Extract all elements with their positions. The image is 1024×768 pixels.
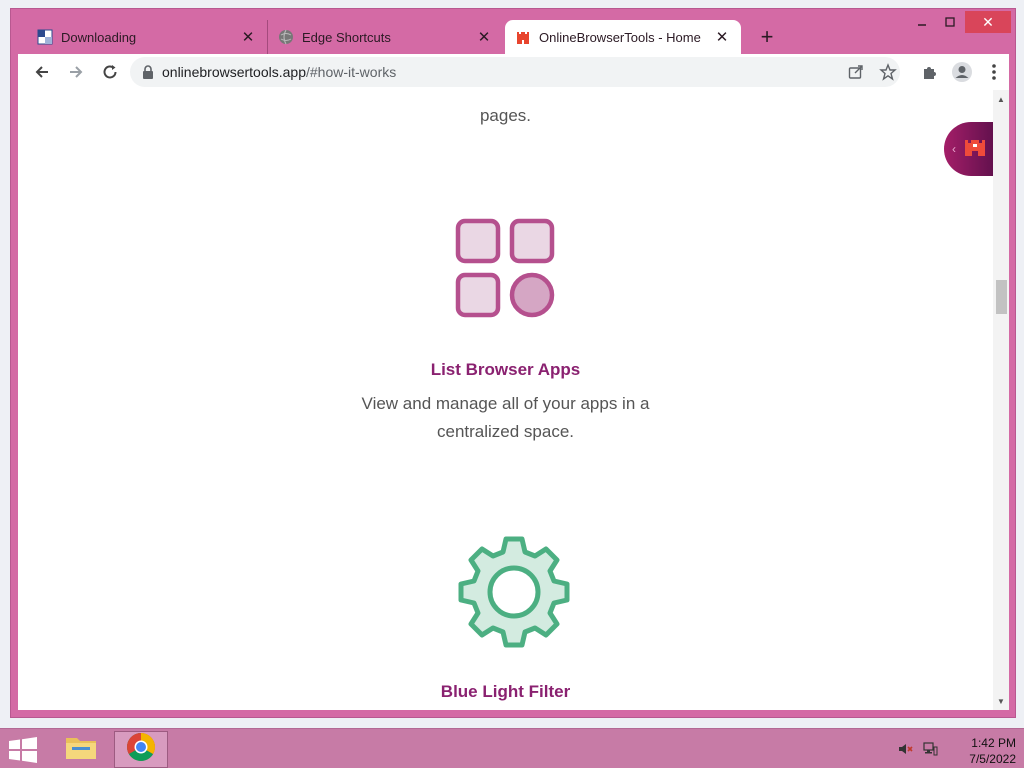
folder-icon bbox=[64, 733, 98, 766]
profile-avatar-icon[interactable] bbox=[950, 60, 974, 84]
tab-title: Downloading bbox=[61, 29, 137, 45]
tab-edge-shortcuts[interactable]: Edge Shortcuts ✕ bbox=[267, 20, 503, 54]
scroll-up-arrow-icon[interactable]: ▲ bbox=[996, 94, 1006, 104]
tab-onlinebrowsertools[interactable]: OnlineBrowserTools - Home ✕ bbox=[505, 20, 741, 54]
new-tab-button[interactable]: + bbox=[755, 24, 779, 49]
chrome-icon bbox=[126, 732, 156, 767]
bookmark-star-icon[interactable] bbox=[876, 60, 900, 84]
close-icon[interactable]: ✕ bbox=[475, 28, 493, 46]
file-explorer-taskbar-button[interactable] bbox=[54, 731, 108, 768]
reload-icon[interactable] bbox=[98, 60, 122, 84]
scroll-down-arrow-icon[interactable]: ▼ bbox=[996, 696, 1006, 706]
gear-icon bbox=[456, 534, 572, 655]
extensions-puzzle-icon[interactable] bbox=[918, 60, 942, 84]
feature-title: List Browser Apps bbox=[430, 360, 581, 379]
intro-text-tail: pages. bbox=[479, 106, 532, 125]
url-text: onlinebrowsertools.app/#how-it-works bbox=[162, 64, 396, 80]
tab-title: Edge Shortcuts bbox=[302, 29, 391, 45]
address-bar[interactable]: onlinebrowsertools.app/#how-it-works bbox=[130, 57, 900, 87]
clock-time: 1:42 PM bbox=[971, 736, 1016, 750]
tab-title: OnlineBrowserTools - Home bbox=[539, 29, 701, 45]
url-path: /#how-it-works bbox=[305, 64, 397, 80]
forward-arrow-icon[interactable] bbox=[64, 60, 88, 84]
volume-muted-icon[interactable] bbox=[898, 741, 914, 762]
chevron-left-icon: ‹ bbox=[952, 142, 956, 156]
clock-date: 7/5/2022 bbox=[969, 752, 1016, 766]
lock-icon bbox=[142, 65, 154, 84]
page-viewport: pages. List Browser Apps View and manage… bbox=[18, 90, 1009, 710]
castle-icon bbox=[964, 137, 986, 162]
feature-description: View and manage all of your apps in a ce… bbox=[18, 390, 993, 446]
grid-apps-icon bbox=[455, 218, 555, 323]
vertical-scrollbar[interactable]: ▲ ▼ bbox=[993, 90, 1009, 710]
taskbar: 1:42 PM 7/5/2022 bbox=[0, 728, 1024, 768]
windows-start-icon[interactable] bbox=[8, 737, 38, 763]
network-icon[interactable] bbox=[922, 741, 938, 762]
url-host: onlinebrowsertools.app bbox=[162, 64, 306, 80]
more-menu-icon[interactable] bbox=[982, 60, 1006, 84]
feature-description-text: View and manage all of your apps in a ce… bbox=[361, 394, 650, 441]
back-arrow-icon[interactable] bbox=[30, 60, 54, 84]
close-icon[interactable]: ✕ bbox=[713, 28, 731, 46]
tab-strip: Downloading ✕ Edge Shortcuts ✕ OnlineBro… bbox=[11, 9, 1015, 54]
maximize-button[interactable] bbox=[937, 11, 963, 33]
castle-icon bbox=[515, 29, 531, 45]
tab-downloading[interactable]: Downloading ✕ bbox=[27, 20, 267, 54]
globe-icon bbox=[278, 29, 294, 45]
browser-window: Downloading ✕ Edge Shortcuts ✕ OnlineBro… bbox=[10, 8, 1016, 718]
document-check-icon bbox=[37, 29, 53, 45]
window-close-button[interactable]: ✕ bbox=[965, 11, 1011, 33]
extension-side-tab[interactable]: ‹ bbox=[944, 122, 1000, 176]
feature-title: Blue Light Filter bbox=[440, 682, 571, 701]
browser-toolbar: onlinebrowsertools.app/#how-it-works bbox=[18, 54, 1009, 90]
chrome-taskbar-button[interactable] bbox=[114, 731, 168, 768]
minimize-button[interactable] bbox=[909, 11, 935, 33]
close-icon[interactable]: ✕ bbox=[239, 28, 257, 46]
scrollbar-thumb[interactable] bbox=[996, 280, 1007, 314]
system-clock[interactable]: 1:42 PM 7/5/2022 bbox=[944, 735, 1016, 767]
share-icon[interactable] bbox=[844, 60, 868, 84]
